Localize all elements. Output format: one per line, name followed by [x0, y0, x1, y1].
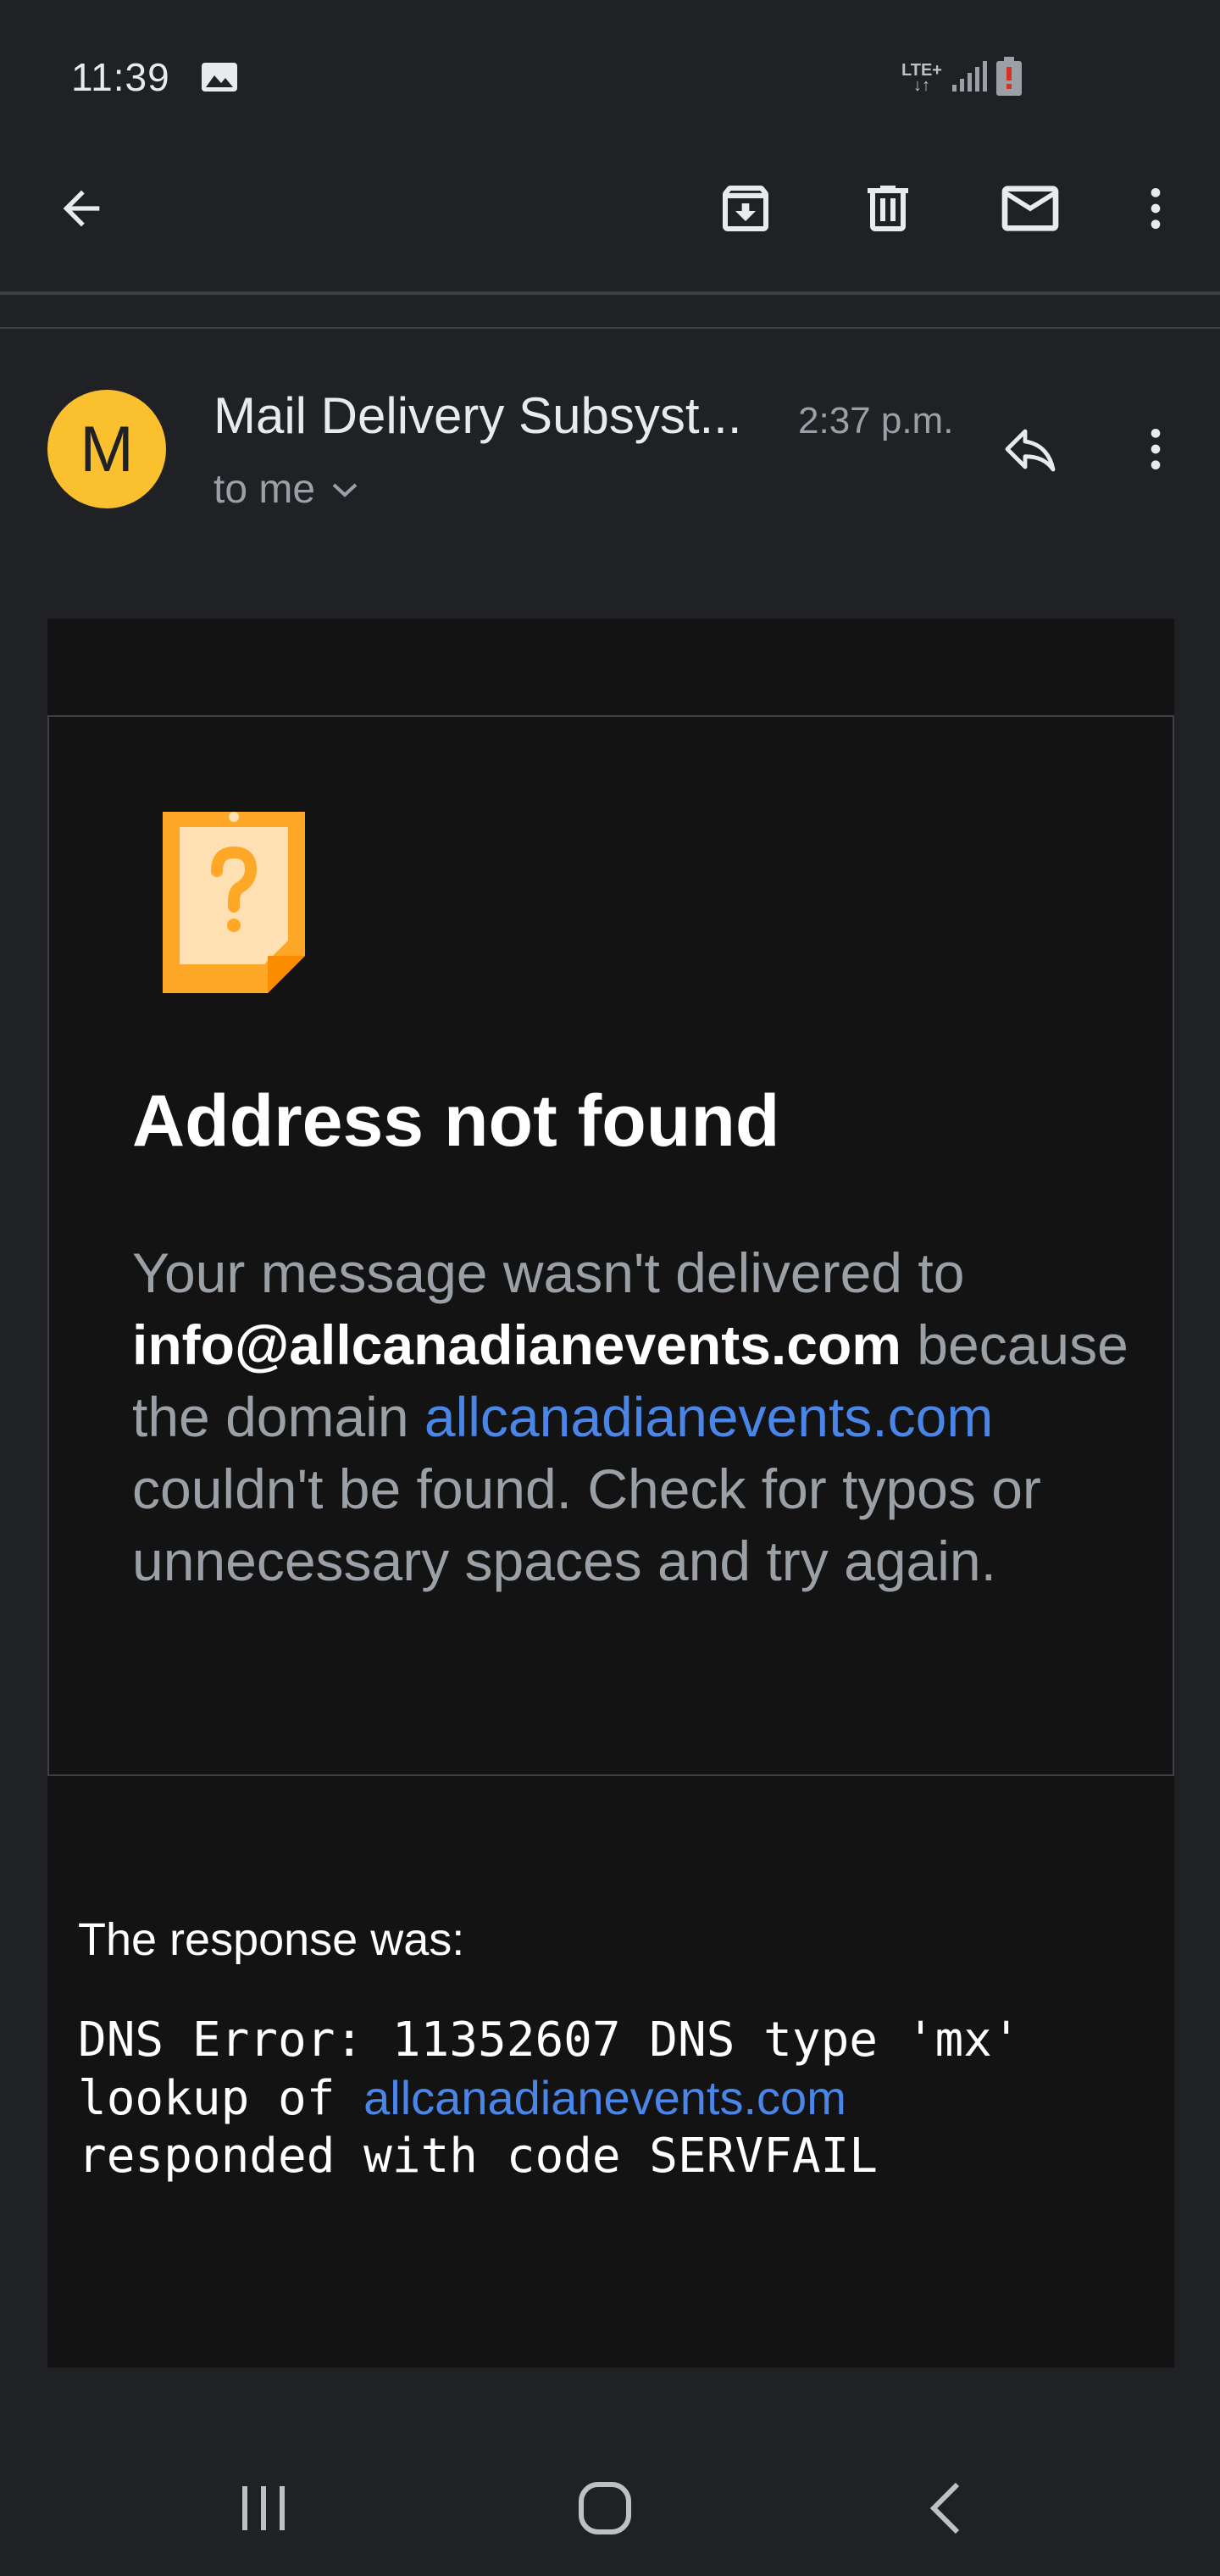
notice-text-part: couldn't be found. Check for typos or un…	[132, 1457, 1041, 1592]
recent-apps-icon[interactable]	[214, 2466, 315, 2551]
sender-name[interactable]: Mail Delivery Subsyst...	[214, 386, 742, 445]
more-vert-icon[interactable]	[1122, 175, 1190, 242]
back-arrow-icon[interactable]	[47, 175, 115, 242]
signal-icon	[951, 59, 988, 97]
notice-text-part: Your message wasn't delivered to	[132, 1241, 965, 1304]
recipient-details[interactable]: to me	[214, 466, 359, 513]
nav-back-icon[interactable]	[895, 2466, 996, 2551]
header-divider	[0, 327, 1220, 329]
dns-error-line: responded with code SERVFAIL	[78, 2129, 879, 2184]
status-indicators: LTE+ ↓↑	[901, 54, 1022, 102]
dns-domain-link[interactable]: allcanadianevents.com	[363, 2071, 846, 2124]
recipient-email: info@allcanadianevents.com	[132, 1313, 901, 1376]
chevron-down-icon	[332, 483, 358, 497]
email-screen: 11:39 LTE+ ↓↑ M Mail Delivery Subsyst...…	[0, 0, 1220, 2576]
more-vert-icon	[1151, 429, 1161, 469]
notice-title: Address not found	[132, 1080, 780, 1162]
home-icon[interactable]	[554, 2466, 656, 2551]
notice-card: Address not found Your message wasn't de…	[47, 715, 1174, 1776]
trash-icon[interactable]	[854, 175, 922, 242]
mail-icon[interactable]	[996, 175, 1064, 242]
dns-error-line: DNS Error: 11352607 DNS type 'mx'	[78, 2012, 1021, 2068]
response-label: The response was:	[78, 1914, 465, 1965]
toolbar-divider	[0, 291, 1220, 295]
message-more-button[interactable]	[1122, 415, 1190, 483]
reply-icon	[1005, 429, 1056, 472]
dns-error-line: lookup of	[78, 2071, 364, 2126]
navigation-bar	[0, 2440, 1220, 2576]
recipient-label: to me	[214, 467, 316, 512]
status-time: 11:39	[71, 55, 170, 99]
notice-text: Your message wasn't delivered to info@al…	[132, 1237, 1132, 1597]
status-bar: 11:39 LTE+ ↓↑	[0, 0, 1220, 127]
archive-icon[interactable]	[712, 175, 779, 242]
battery-icon	[995, 56, 1022, 100]
question-note-icon	[163, 812, 305, 993]
avatar[interactable]: M	[47, 390, 166, 508]
email-time: 2:37 p.m.	[798, 400, 954, 441]
reply-button[interactable]	[996, 415, 1064, 483]
gallery-icon	[200, 61, 239, 93]
dns-error-text: DNS Error: 11352607 DNS type 'mx' lookup…	[78, 2012, 1021, 2185]
avatar-letter: M	[80, 413, 134, 486]
toolbar	[0, 144, 1220, 271]
domain-link[interactable]: allcanadianevents.com	[424, 1385, 993, 1448]
network-type-label: LTE+ ↓↑	[901, 61, 942, 95]
message-body: Address not found Your message wasn't de…	[47, 619, 1174, 2368]
